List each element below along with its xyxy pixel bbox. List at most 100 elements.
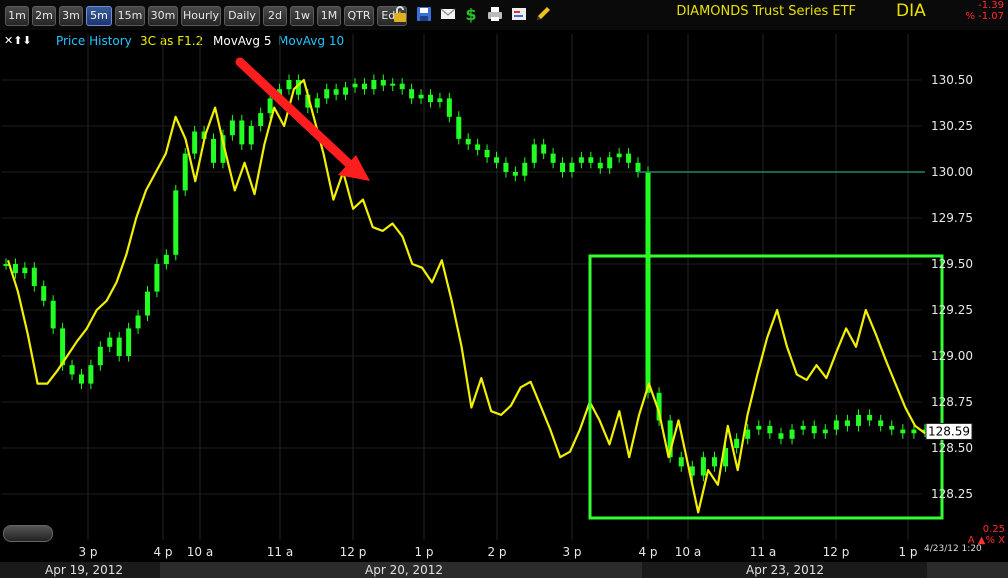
price-candle [437, 98, 443, 103]
price-candle [678, 457, 684, 467]
price-candle [135, 315, 141, 329]
price-candle [856, 414, 862, 426]
price-candle [126, 328, 132, 356]
price-candle [512, 172, 518, 176]
price-candle [248, 126, 254, 145]
timeframe-button-3m[interactable]: 3m [59, 6, 83, 26]
price-candle [343, 87, 349, 95]
price-candle [97, 346, 103, 366]
price-candle [711, 457, 717, 467]
y-tick-label: 130.50 [931, 73, 973, 87]
price-candle [734, 438, 740, 448]
price-candle [390, 83, 396, 86]
timeframe-button-5m[interactable]: 5m [86, 6, 112, 26]
price-candle [258, 113, 264, 126]
timeframe-button-qtr[interactable]: QTR [344, 6, 374, 26]
price-candle [352, 83, 358, 88]
price-candle [267, 98, 273, 114]
trend-arrow-icon [235, 57, 353, 168]
price-candle [144, 291, 150, 316]
price-candle [31, 267, 37, 287]
y-axis: 130.50 130.25 130.00 129.75 129.50 129.25 129.… [925, 73, 973, 501]
axis-controls[interactable]: 0.25 A ▲% X [968, 524, 1005, 546]
timestamp: 4/23/12 1:20 [924, 544, 982, 554]
price-candle [878, 420, 884, 426]
price-candle [911, 429, 917, 434]
y-tick-label: 128.25 [931, 487, 973, 501]
price-candle [767, 425, 773, 434]
price-candle [475, 144, 481, 150]
price-candle [211, 138, 217, 163]
settings-icon[interactable] [510, 5, 528, 23]
price-candle [286, 80, 292, 90]
price-candle [409, 89, 415, 99]
x-tick-label: 1 p [898, 545, 917, 559]
price-candle [163, 254, 169, 264]
timeframe-button-daily[interactable]: Daily [224, 6, 260, 26]
save-icon[interactable] [415, 5, 433, 23]
price-candles [3, 74, 928, 482]
price-candle [844, 420, 850, 426]
price-candle [484, 149, 490, 158]
ticker-symbol: DIA [896, 1, 926, 21]
chart-title: DIAMONDS Trust Series ETF [676, 4, 856, 19]
y-tick-label: 128.50 [931, 441, 973, 455]
price-candle [635, 162, 641, 172]
chart-annotations [235, 57, 944, 520]
timeframe-button-hourly[interactable]: Hourly [181, 6, 221, 26]
price-candle [833, 420, 839, 430]
price-candle [503, 162, 509, 172]
price-candle [380, 80, 386, 86]
price-candle [700, 457, 706, 476]
pencil-icon[interactable] [534, 5, 552, 23]
lock-icon[interactable] [391, 5, 409, 23]
timeframe-button-1m[interactable]: 1M [317, 6, 341, 26]
price-change-percent: % -1.07 [965, 11, 1004, 22]
timeframe-button-2m[interactable]: 2m [32, 6, 56, 26]
price-candle [569, 162, 575, 172]
price-candle [900, 429, 906, 434]
x-tick-label: 11 a [750, 545, 776, 559]
gridlines [2, 34, 922, 540]
date-label-3: Apr 23, 2012 [746, 563, 825, 577]
mail-icon[interactable] [439, 5, 457, 23]
timeframe-button-15m[interactable]: 15m [115, 6, 145, 26]
price-candle [371, 80, 377, 90]
timeframe-button-2d[interactable]: 2d [263, 6, 287, 26]
print-icon[interactable] [486, 5, 504, 23]
price-candle [446, 98, 452, 117]
price-chart[interactable]: 130.50 130.25 130.00 129.75 129.50 129.25 129.… [0, 30, 1008, 562]
price-candle [531, 144, 537, 163]
svg-text:$: $ [465, 5, 476, 23]
price-candle [756, 425, 762, 430]
price-candle [494, 157, 500, 163]
x-tick-label: 10 a [675, 545, 701, 559]
chart-scroll-handle[interactable] [3, 525, 53, 542]
price-candle [800, 425, 806, 430]
price-candle [811, 425, 817, 434]
y-tick-label: 129.00 [931, 349, 973, 363]
price-candle [789, 429, 795, 439]
y-tick-label: 129.25 [931, 303, 973, 317]
highlight-box [588, 254, 944, 520]
price-candle [465, 138, 471, 145]
price-candle [626, 153, 632, 163]
price-candle [192, 131, 198, 154]
timeframe-button-1w[interactable]: 1w [290, 6, 314, 26]
price-candle [324, 89, 330, 99]
price-candle [822, 429, 828, 434]
x-tick-label: 4 p [638, 545, 657, 559]
x-tick-label: 3 p [562, 545, 581, 559]
price-candle [541, 144, 547, 154]
y-tick-label: 128.75 [931, 395, 973, 409]
price-candle [616, 153, 622, 158]
timeframe-button-1m[interactable]: 1m [5, 6, 29, 26]
timeframe-button-30m[interactable]: 30m [148, 6, 178, 26]
x-axis: 3 p 4 p 10 a 11 a 12 p 1 p 2 p 3 p 4 p 10 a 11 a 12… [78, 545, 917, 559]
y-tick-label: 129.75 [931, 211, 973, 225]
price-candle [107, 337, 113, 347]
x-tick-label: 12 p [340, 545, 367, 559]
price-candle [116, 337, 122, 356]
dollar-icon[interactable]: $ [462, 5, 480, 23]
price-candle [229, 120, 235, 136]
